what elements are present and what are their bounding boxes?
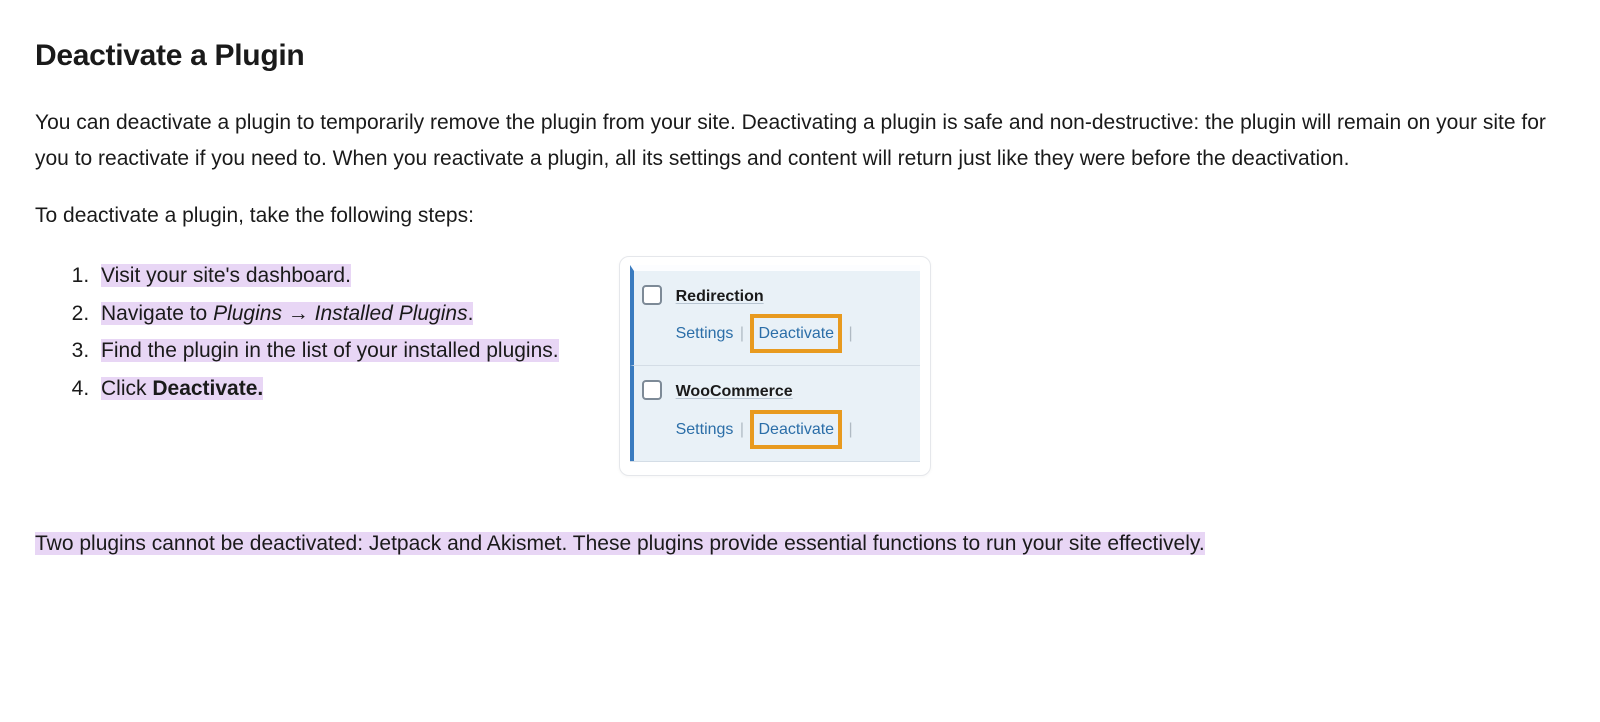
note-paragraph: Two plugins cannot be deactivated: Jetpa… — [35, 526, 1565, 562]
screenshot-frame: Redirection Settings | Deactivate | WooC… — [619, 256, 931, 476]
step-3: Find the plugin in the list of your inst… — [95, 333, 559, 369]
lead-paragraph: To deactivate a plugin, take the followi… — [35, 198, 1565, 234]
step-2-post: . — [468, 302, 474, 325]
plugin-name: WooCommerce — [676, 378, 912, 405]
action-separator: | — [740, 325, 744, 342]
step-2-text: Navigate to Plugins → Installed Plugins. — [101, 302, 473, 325]
action-separator: | — [849, 325, 853, 342]
note-text: Two plugins cannot be deactivated: Jetpa… — [35, 532, 1205, 555]
settings-link: Settings — [676, 421, 734, 438]
arrow-icon: → — [282, 302, 315, 325]
plugin-name: Redirection — [676, 283, 912, 310]
step-1-text: Visit your site's dashboard. — [101, 264, 351, 287]
plugin-list-screenshot: Redirection Settings | Deactivate | WooC… — [630, 265, 920, 471]
plugin-actions: Settings | Deactivate | — [676, 410, 912, 449]
plugin-row: WooCommerce Settings | Deactivate | — [630, 365, 920, 460]
step-3-text: Find the plugin in the list of your inst… — [101, 339, 559, 362]
steps-list: Visit your site's dashboard. Navigate to… — [35, 256, 559, 409]
step-4-text: Click Deactivate. — [101, 377, 263, 400]
deactivate-link: Deactivate — [758, 421, 834, 438]
step-2-installed: Installed Plugins — [315, 302, 468, 325]
checkbox-icon — [642, 380, 662, 400]
section-heading: Deactivate a Plugin — [35, 30, 1565, 81]
checkbox-icon — [642, 285, 662, 305]
deactivate-highlight-box: Deactivate — [750, 410, 842, 449]
plugin-row: Redirection Settings | Deactivate | — [630, 265, 920, 365]
settings-link: Settings — [676, 325, 734, 342]
step-2-pre: Navigate to — [101, 302, 213, 325]
action-separator: | — [740, 421, 744, 438]
deactivate-link: Deactivate — [758, 325, 834, 342]
steps-and-screenshot-row: Visit your site's dashboard. Navigate to… — [35, 256, 1565, 476]
intro-paragraph: You can deactivate a plugin to temporari… — [35, 105, 1565, 176]
step-2-plugins: Plugins — [213, 302, 282, 325]
plugin-body: Redirection Settings | Deactivate | — [676, 283, 912, 353]
plugin-actions: Settings | Deactivate | — [676, 314, 912, 353]
plugin-body: WooCommerce Settings | Deactivate | — [676, 378, 912, 448]
step-1: Visit your site's dashboard. — [95, 258, 559, 294]
screenshot-footer — [630, 461, 920, 471]
step-4: Click Deactivate. — [95, 371, 559, 407]
step-4-bold: Deactivate. — [152, 377, 263, 400]
step-2: Navigate to Plugins → Installed Plugins. — [95, 296, 559, 332]
deactivate-highlight-box: Deactivate — [750, 314, 842, 353]
step-4-pre: Click — [101, 377, 152, 400]
action-separator: | — [849, 421, 853, 438]
